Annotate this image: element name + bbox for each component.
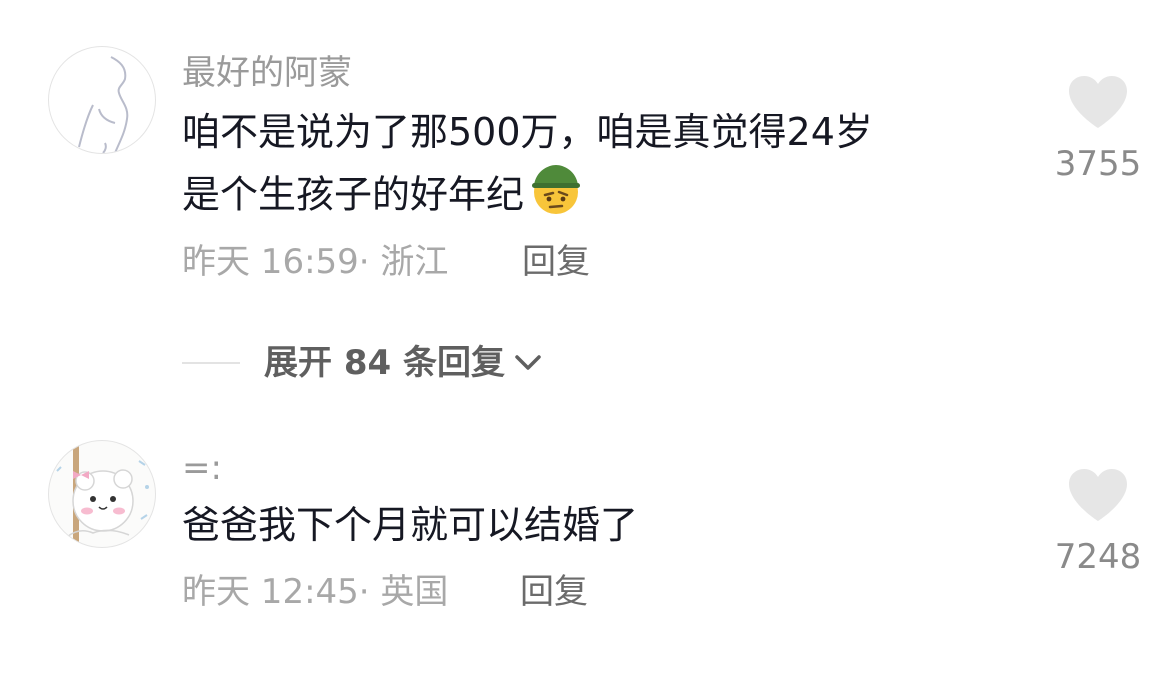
like-count: 3755 — [1054, 144, 1142, 184]
meta-separator: · — [358, 572, 370, 612]
like-button[interactable]: 7248 — [1040, 467, 1156, 577]
comment-username[interactable]: 最好的阿蒙 — [182, 53, 352, 93]
comment-time: 昨天 12:45 — [182, 572, 359, 612]
heart-icon[interactable] — [1067, 467, 1129, 523]
comment-location: 英国 — [380, 572, 449, 612]
soldier-thinking-emoji-icon — [528, 161, 584, 233]
comment-time: 昨天 16:59 — [182, 242, 359, 282]
divider-line — [182, 362, 240, 364]
meta-separator: · — [358, 242, 370, 282]
like-count: 7248 — [1054, 537, 1142, 577]
like-button[interactable]: 3755 — [1040, 74, 1156, 184]
heart-icon[interactable] — [1067, 74, 1129, 130]
comment-text-line: 是个生孩子的好年纪 — [182, 161, 1022, 233]
comment-text-line2: 是个生孩子的好年纪 — [182, 172, 525, 217]
expand-replies-button[interactable]: 展开 84 条回复 — [182, 343, 545, 383]
reply-button[interactable]: 回复 — [520, 572, 588, 612]
line-art-figure-icon — [78, 56, 129, 153]
avatar[interactable] — [48, 440, 156, 548]
comment-text-line: 咱不是说为了那500万，咱是真觉得24岁 — [182, 110, 873, 154]
chevron-down-icon — [515, 355, 541, 370]
comment-text: 爸爸我下个月就可以结婚了 — [182, 503, 639, 547]
comment-text: 咱不是说为了那500万，咱是真觉得24岁 是个生孩子的好年纪 — [182, 104, 1022, 233]
reply-button[interactable]: 回复 — [522, 242, 590, 282]
comment-username[interactable]: =: — [182, 448, 222, 488]
cartoon-dog-icon — [56, 441, 149, 547]
avatar[interactable] — [48, 46, 156, 154]
comment-location: 浙江 — [380, 242, 449, 282]
expand-replies-label: 展开 84 条回复 — [264, 343, 505, 383]
comment-meta: 昨天 12:45· 英国 — [182, 572, 448, 612]
comment-meta: 昨天 16:59· 浙江 — [182, 242, 448, 282]
